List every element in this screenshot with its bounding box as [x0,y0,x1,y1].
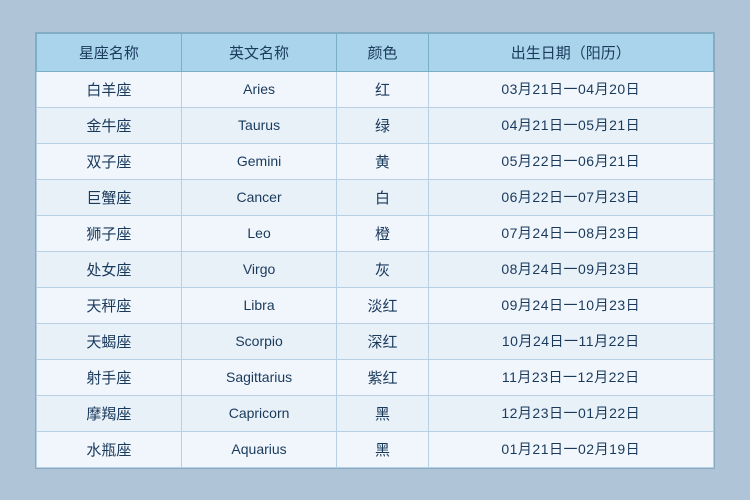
cell-english-name: Gemini [181,143,337,179]
cell-chinese-name: 天秤座 [37,287,182,323]
cell-color: 淡红 [337,287,428,323]
cell-english-name: Aquarius [181,431,337,467]
cell-english-name: Libra [181,287,337,323]
cell-color: 黑 [337,431,428,467]
cell-english-name: Leo [181,215,337,251]
cell-chinese-name: 巨蟹座 [37,179,182,215]
cell-dates: 06月22日一07月23日 [428,179,713,215]
table-row: 水瓶座Aquarius黑01月21日一02月19日 [37,431,714,467]
table-row: 处女座Virgo灰08月24日一09月23日 [37,251,714,287]
cell-color: 黑 [337,395,428,431]
header-color: 颜色 [337,33,428,71]
table-row: 白羊座Aries红03月21日一04月20日 [37,71,714,107]
cell-english-name: Aries [181,71,337,107]
cell-dates: 12月23日一01月22日 [428,395,713,431]
cell-english-name: Taurus [181,107,337,143]
cell-dates: 07月24日一08月23日 [428,215,713,251]
table-row: 天秤座Libra淡红09月24日一10月23日 [37,287,714,323]
cell-english-name: Cancer [181,179,337,215]
cell-color: 深红 [337,323,428,359]
table-row: 金牛座Taurus绿04月21日一05月21日 [37,107,714,143]
table-row: 巨蟹座Cancer白06月22日一07月23日 [37,179,714,215]
table-row: 天蝎座Scorpio深红10月24日一11月22日 [37,323,714,359]
table-row: 摩羯座Capricorn黑12月23日一01月22日 [37,395,714,431]
cell-english-name: Sagittarius [181,359,337,395]
cell-color: 紫红 [337,359,428,395]
cell-english-name: Capricorn [181,395,337,431]
cell-chinese-name: 处女座 [37,251,182,287]
cell-color: 黄 [337,143,428,179]
cell-color: 白 [337,179,428,215]
cell-chinese-name: 金牛座 [37,107,182,143]
cell-chinese-name: 天蝎座 [37,323,182,359]
cell-dates: 01月21日一02月19日 [428,431,713,467]
cell-dates: 11月23日一12月22日 [428,359,713,395]
cell-chinese-name: 狮子座 [37,215,182,251]
cell-chinese-name: 双子座 [37,143,182,179]
cell-english-name: Virgo [181,251,337,287]
zodiac-table-container: 星座名称 英文名称 颜色 出生日期（阳历） 白羊座Aries红03月21日一04… [35,32,715,469]
cell-color: 绿 [337,107,428,143]
cell-dates: 03月21日一04月20日 [428,71,713,107]
cell-chinese-name: 射手座 [37,359,182,395]
cell-color: 红 [337,71,428,107]
cell-color: 橙 [337,215,428,251]
cell-chinese-name: 白羊座 [37,71,182,107]
cell-dates: 10月24日一11月22日 [428,323,713,359]
header-dates: 出生日期（阳历） [428,33,713,71]
table-body: 白羊座Aries红03月21日一04月20日金牛座Taurus绿04月21日一0… [37,71,714,467]
cell-color: 灰 [337,251,428,287]
header-english-name: 英文名称 [181,33,337,71]
table-header-row: 星座名称 英文名称 颜色 出生日期（阳历） [37,33,714,71]
table-row: 狮子座Leo橙07月24日一08月23日 [37,215,714,251]
header-chinese-name: 星座名称 [37,33,182,71]
cell-dates: 05月22日一06月21日 [428,143,713,179]
cell-english-name: Scorpio [181,323,337,359]
cell-dates: 08月24日一09月23日 [428,251,713,287]
table-row: 射手座Sagittarius紫红11月23日一12月22日 [37,359,714,395]
table-row: 双子座Gemini黄05月22日一06月21日 [37,143,714,179]
cell-dates: 04月21日一05月21日 [428,107,713,143]
cell-chinese-name: 摩羯座 [37,395,182,431]
cell-chinese-name: 水瓶座 [37,431,182,467]
zodiac-table: 星座名称 英文名称 颜色 出生日期（阳历） 白羊座Aries红03月21日一04… [36,33,714,468]
cell-dates: 09月24日一10月23日 [428,287,713,323]
